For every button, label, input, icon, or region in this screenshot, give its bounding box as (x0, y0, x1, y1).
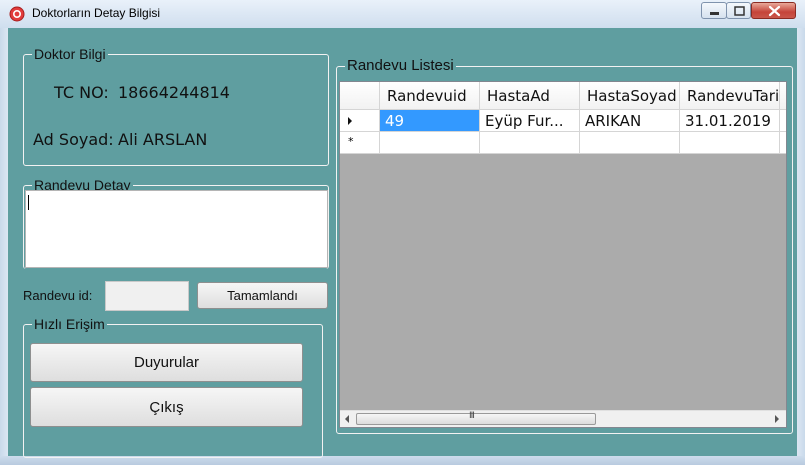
complete-button[interactable]: Tamamlandı (197, 282, 328, 309)
doctor-info-group-title: Doktor Bilgi (32, 45, 108, 63)
scroll-right-icon[interactable] (772, 414, 782, 424)
new-row-header[interactable]: * (340, 132, 380, 154)
announcements-button[interactable]: Duyurular (30, 343, 303, 382)
table-cell[interactable]: 31.01.2019 (680, 110, 780, 132)
table-cell[interactable]: Eyüp Fur... (480, 110, 580, 132)
doctor-info-group: Doktor Bilgi (23, 45, 329, 166)
scroll-grip: III (469, 411, 475, 421)
exit-button[interactable]: Çıkış (30, 387, 303, 427)
appointment-id-label: Randevu id: (23, 288, 93, 303)
horizontal-scrollbar[interactable]: III (340, 410, 786, 427)
text-caret (28, 195, 29, 210)
appointment-data-grid[interactable]: Randevuid HastaAd HastaSoyad RandevuTari… (339, 81, 787, 428)
column-header-hastasoyad[interactable]: HastaSoyad (580, 82, 680, 110)
column-header-hastaad[interactable]: HastaAd (480, 82, 580, 110)
window-frame-right (797, 28, 805, 456)
row-pointer-icon (348, 117, 352, 125)
tc-label: TC NO: (54, 83, 109, 102)
title-bar[interactable]: Doktorların Detay Bilgisi (0, 0, 805, 29)
column-header-randevuid[interactable]: Randevuid (380, 82, 480, 110)
form-client-area: Doktor Bilgi TC NO: 18664244814 Ad Soyad… (8, 28, 797, 458)
new-row-cell[interactable] (680, 132, 780, 154)
appointment-detail-textarea[interactable] (25, 190, 328, 268)
minimize-button[interactable] (701, 2, 727, 19)
table-cell-filler (780, 110, 786, 132)
new-row-cell[interactable] (480, 132, 580, 154)
tc-value: 18664244814 (118, 83, 230, 102)
name-value: Ali ARSLAN (118, 130, 208, 149)
scroll-left-icon[interactable] (342, 414, 352, 424)
column-header-filler (780, 82, 786, 110)
window-title: Doktorların Detay Bilgisi (32, 6, 161, 20)
close-button[interactable] (751, 2, 796, 19)
appointment-list-group-title: Randevu Listesi (345, 57, 456, 75)
maximize-button[interactable] (726, 2, 751, 19)
app-icon (9, 6, 25, 22)
row-header[interactable] (340, 110, 380, 132)
quick-access-group-title: Hızlı Erişim (32, 315, 107, 333)
new-row-cell[interactable] (380, 132, 480, 154)
maximize-icon (734, 6, 745, 16)
column-header-randevutarih[interactable]: RandevuTarih (680, 82, 780, 110)
scrollbar-thumb[interactable]: III (356, 411, 596, 425)
name-label: Ad Soyad: (33, 130, 114, 149)
appointment-id-input[interactable] (105, 281, 189, 311)
table-cell-filler (780, 132, 786, 154)
close-icon (768, 5, 781, 17)
table-cell[interactable]: ARIKAN (580, 110, 680, 132)
table-cell[interactable]: 49 (380, 110, 480, 132)
minimize-icon (710, 12, 719, 15)
window-frame-left (0, 28, 8, 456)
grid-corner-header[interactable] (340, 82, 380, 110)
new-row-cell[interactable] (580, 132, 680, 154)
